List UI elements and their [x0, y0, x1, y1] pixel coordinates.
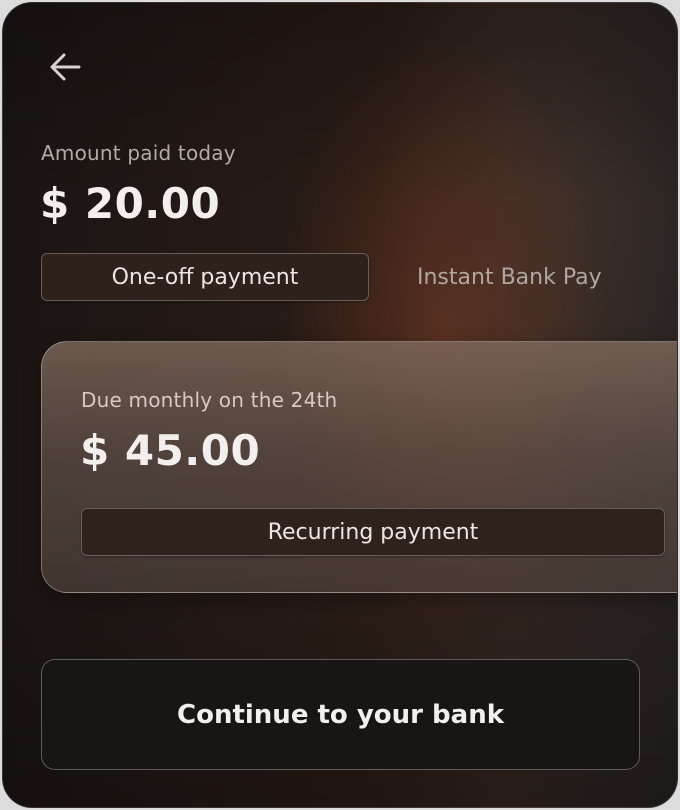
amount-today-label: Amount paid today — [41, 141, 236, 165]
arrow-left-icon — [50, 53, 81, 81]
recurring-amount-value: $ 45.00 — [80, 426, 261, 475]
continue-to-bank-button[interactable]: Continue to your bank — [41, 659, 640, 770]
recurring-payment-chip-label: Recurring payment — [267, 519, 479, 545]
back-button[interactable] — [43, 45, 87, 89]
tab-one-off-payment-label: One-off payment — [111, 264, 299, 290]
amount-today-value: $ 20.00 — [40, 179, 221, 228]
tab-instant-bank-pay[interactable]: Instant Bank Pay — [417, 253, 602, 301]
due-monthly-label: Due monthly on the 24th — [81, 388, 338, 412]
continue-to-bank-label: Continue to your bank — [177, 699, 504, 730]
payment-panel: Amount paid today $ 20.00 One-off paymen… — [2, 2, 678, 808]
tab-one-off-payment[interactable]: One-off payment — [41, 253, 369, 301]
recurring-payment-chip[interactable]: Recurring payment — [81, 508, 665, 556]
tab-instant-bank-pay-label: Instant Bank Pay — [417, 264, 602, 290]
recurring-payment-card: Due monthly on the 24th $ 45.00 Recurrin… — [41, 341, 677, 593]
